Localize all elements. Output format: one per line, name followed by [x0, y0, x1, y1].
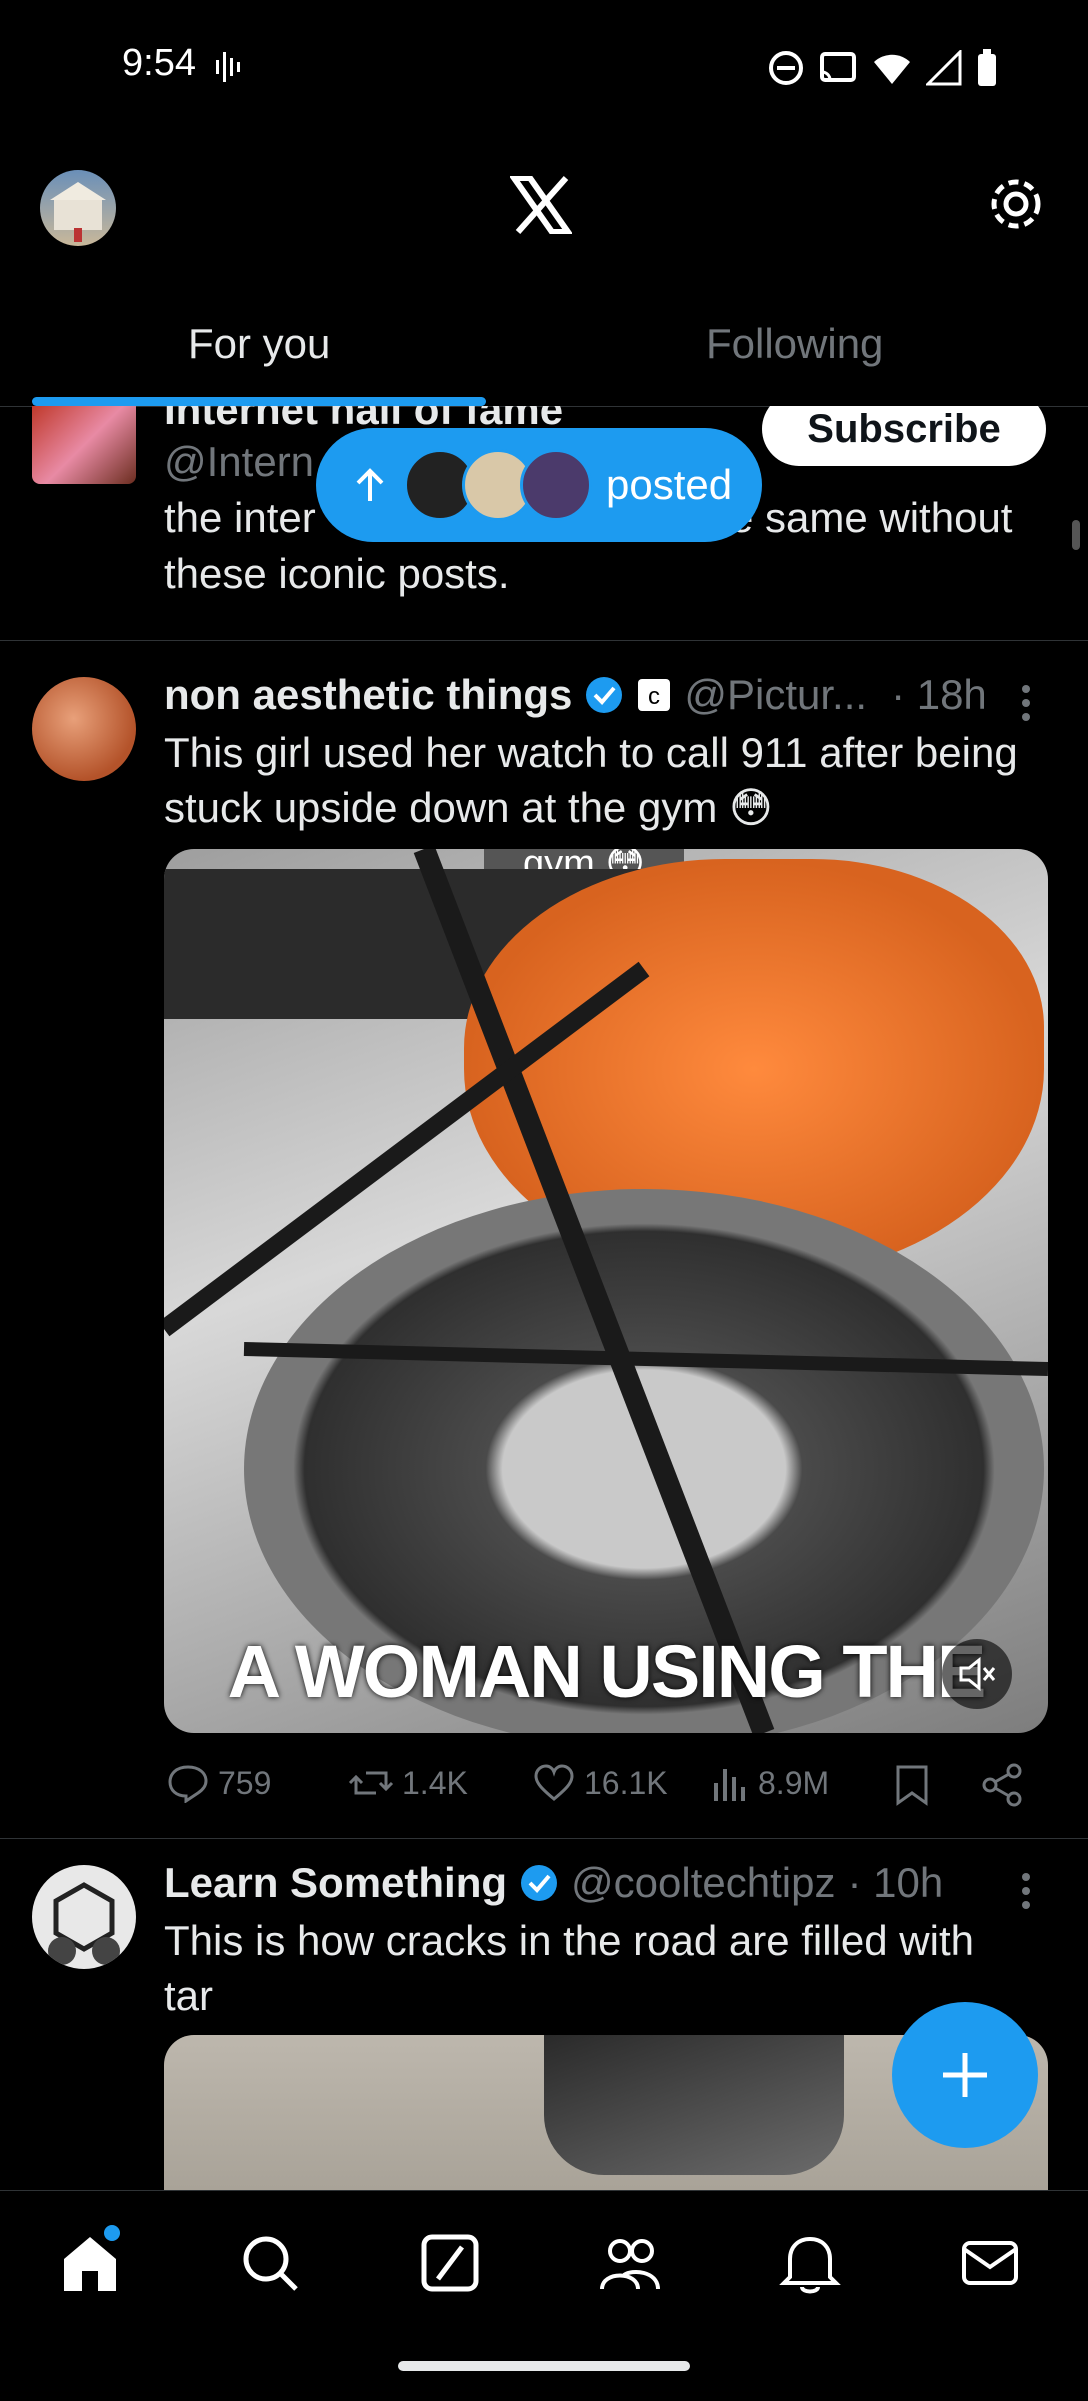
view-count: 8.9M	[758, 1764, 830, 1801]
nav-notifications[interactable]	[778, 2231, 842, 2295]
status-bar: 9:54	[0, 0, 1088, 140]
post-author-name[interactable]: Learn Something	[164, 1859, 507, 1907]
like-count: 16.1K	[584, 1764, 668, 1801]
profile-avatar[interactable]	[40, 170, 116, 246]
scrollbar-thumb[interactable]	[1072, 520, 1080, 550]
timeline-tabs: For you Following	[0, 290, 1088, 407]
post-avatar[interactable]	[32, 406, 136, 484]
bottom-navigation	[0, 2190, 1088, 2401]
heart-icon	[534, 1764, 574, 1801]
post-header: Learn Something @cooltechtipz · 10h	[164, 1859, 943, 1907]
repost-icon	[348, 1771, 394, 1795]
post-author-name[interactable]: non aesthetic things	[164, 671, 572, 719]
repost-count: 1.4K	[402, 1764, 468, 1801]
nav-home[interactable]	[58, 2225, 122, 2295]
reply-button[interactable]: 759	[166, 1763, 271, 1803]
post-avatar[interactable]	[32, 677, 136, 781]
more-options-icon[interactable]	[1016, 1869, 1036, 1913]
signal-icon	[926, 50, 962, 86]
cast-icon	[820, 52, 856, 82]
nav-grok[interactable]	[418, 2231, 482, 2295]
nav-communities[interactable]	[598, 2231, 662, 2295]
subscribe-button[interactable]: Subscribe	[762, 406, 1046, 466]
post-time[interactable]: · 10h	[847, 1859, 943, 1907]
post-text-line2: tar	[164, 1972, 214, 2019]
video-caption: A WOMAN USING THE	[227, 1630, 987, 1713]
battery-icon	[978, 49, 996, 86]
plus-icon	[943, 2053, 987, 2097]
post-text-line2: these iconic posts.	[164, 550, 510, 597]
post-text-start: the inter	[164, 494, 316, 541]
post-author-handle[interactable]: @Intern	[164, 438, 314, 486]
status-time: 9:54	[122, 42, 196, 84]
dnd-icon	[769, 51, 803, 85]
svg-text:c: c	[648, 683, 660, 710]
post-text-end: e same without	[730, 494, 1013, 541]
gesture-nav-bar[interactable]	[398, 2361, 690, 2371]
post-author-handle[interactable]: @Pictur...	[684, 671, 867, 719]
share-icon[interactable]	[980, 1763, 1024, 1807]
affiliate-badge-icon: c	[638, 679, 671, 711]
tab-indicator	[32, 397, 486, 406]
mail-icon	[962, 2241, 1018, 2285]
bookmark-icon[interactable]	[892, 1763, 932, 1807]
communities-icon	[600, 2239, 660, 2290]
volume-muted-icon	[959, 1656, 996, 1692]
views-button[interactable]: 8.9M	[710, 1763, 829, 1803]
mute-button[interactable]	[942, 1639, 1012, 1709]
pill-avatar-3	[520, 449, 592, 521]
post-time[interactable]: · 18h	[891, 671, 987, 719]
reply-icon	[168, 1765, 208, 1803]
arrow-up-icon	[356, 468, 384, 501]
post-video[interactable]: gym 😳 A WOMAN USING THE	[164, 849, 1048, 1733]
post-header: non aesthetic things c @Pictur... · 18h	[164, 671, 987, 719]
verified-badge-icon	[521, 1865, 558, 1901]
nav-search[interactable]	[238, 2231, 302, 2295]
search-icon	[243, 2236, 298, 2291]
new-posts-pill[interactable]: posted	[316, 428, 762, 542]
more-options-icon[interactable]	[1016, 681, 1036, 725]
video-tar-shape	[544, 2035, 844, 2175]
post-avatar[interactable]	[32, 1865, 136, 1969]
views-chart-icon	[714, 1769, 745, 1801]
top-bar	[0, 140, 1088, 280]
x-logo-icon[interactable]	[510, 176, 572, 234]
post-text-line1: This is how cracks in the road are fille…	[164, 1917, 974, 1964]
repost-button[interactable]: 1.4K	[348, 1763, 468, 1803]
status-icons	[768, 48, 998, 88]
post-author-handle[interactable]: @cooltechtipz	[571, 1859, 835, 1907]
pattern-avatar-icon	[48, 1882, 120, 1965]
post-text-line1: This girl used her watch to call 911 aft…	[164, 729, 1018, 776]
video-frame-lines	[164, 849, 1048, 1733]
grok-icon	[421, 2234, 479, 2292]
wifi-icon	[874, 54, 910, 84]
home-notification-dot	[104, 2225, 120, 2241]
verified-badge-icon	[586, 677, 623, 713]
settings-gear-icon[interactable]	[986, 174, 1046, 234]
post-text-line2: stuck upside down at the gym 😳	[164, 784, 773, 831]
tab-for-you[interactable]: For you	[188, 320, 330, 368]
audio-wave-icon	[216, 52, 240, 82]
tab-following[interactable]: Following	[706, 320, 883, 368]
compose-button[interactable]	[892, 2002, 1038, 2148]
post-non-aesthetic-things[interactable]: non aesthetic things c @Pictur... · 18h …	[0, 641, 1088, 1839]
pill-label: posted	[606, 461, 733, 508]
like-button[interactable]: 16.1K	[532, 1763, 668, 1803]
bell-icon	[779, 2236, 841, 2294]
building-icon	[50, 182, 106, 242]
reply-count: 759	[218, 1764, 272, 1801]
nav-messages[interactable]	[958, 2231, 1022, 2295]
